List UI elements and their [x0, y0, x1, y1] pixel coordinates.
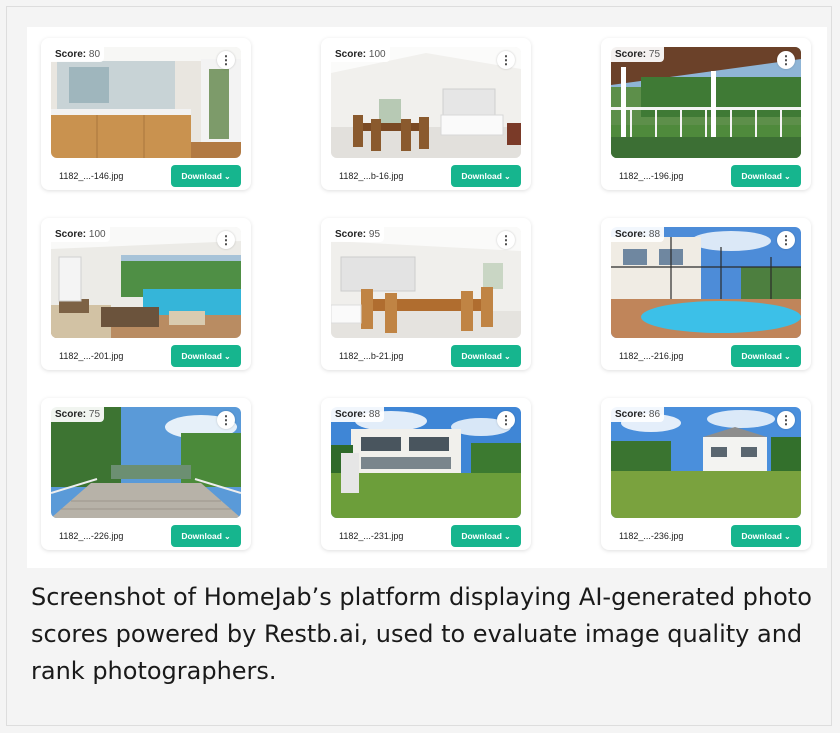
photo-card: Score: 95 ⋮ 1182_...b-21.jpg Download ⌄ [321, 218, 531, 370]
file-name: 1182_...-146.jpg [59, 171, 124, 181]
download-label: Download [741, 531, 782, 541]
score-badge: Score: 75 [611, 47, 665, 62]
score-value: 100 [88, 229, 106, 240]
score-label: Score: [55, 49, 87, 60]
score-value: 100 [368, 49, 386, 60]
score-badge: Score: 100 [331, 47, 390, 62]
photo-card: Score: 75 ⋮ 1182_...-196.jpg Download ⌄ [601, 38, 811, 190]
file-name: 1182_...-201.jpg [59, 351, 124, 361]
photo-thumbnail[interactable] [51, 47, 241, 158]
download-button[interactable]: Download ⌄ [451, 345, 521, 367]
more-options-icon[interactable]: ⋮ [777, 51, 795, 69]
download-button[interactable]: Download ⌄ [171, 165, 241, 187]
download-button[interactable]: Download ⌄ [171, 345, 241, 367]
score-value: 75 [88, 409, 101, 420]
score-badge: Score: 86 [611, 407, 665, 422]
score-badge: Score: 80 [51, 47, 105, 62]
score-badge: Score: 88 [331, 407, 385, 422]
score-label: Score: [335, 229, 367, 240]
chevron-down-icon: ⌄ [223, 172, 231, 181]
download-label: Download [461, 171, 502, 181]
score-value: 80 [88, 49, 101, 60]
more-options-icon[interactable]: ⋮ [777, 411, 795, 429]
more-options-icon[interactable]: ⋮ [497, 51, 515, 69]
photo-card: Score: 86 ⋮ 1182_...-236.jpg Download ⌄ [601, 398, 811, 550]
photo-card: Score: 88 ⋮ 1182_...-216.jpg Download ⌄ [601, 218, 811, 370]
more-options-icon[interactable]: ⋮ [217, 231, 235, 249]
score-badge: Score: 100 [51, 227, 110, 242]
photo-card: Score: 75 ⋮ 1182_...-226.jpg Download ⌄ [41, 398, 251, 550]
file-name: 1182_...-231.jpg [339, 531, 404, 541]
score-value: 88 [368, 409, 381, 420]
figure-frame: Score: 80 ⋮ 1182_...-146.jpg Download⌄ [6, 6, 832, 726]
more-options-icon[interactable]: ⋮ [777, 231, 795, 249]
chevron-down-icon: ⌄ [503, 352, 511, 361]
photo-thumbnail[interactable] [331, 47, 521, 158]
download-label: Download [181, 171, 222, 181]
chevron-down-icon: ⌄ [783, 352, 791, 361]
chevron-down-icon: ⌄ [223, 532, 231, 541]
photo-grid: Score: 80 ⋮ 1182_...-146.jpg Download⌄ [27, 27, 827, 568]
score-label: Score: [335, 409, 367, 420]
more-options-icon[interactable]: ⋮ [217, 411, 235, 429]
file-name: 1182_...-216.jpg [619, 351, 684, 361]
photo-card: Score: 100 ⋮ 1182_...-201.jpg Download ⌄ [41, 218, 251, 370]
photo-thumbnail[interactable] [611, 227, 801, 338]
download-label: Download [741, 171, 782, 181]
file-name: 1182_...-226.jpg [59, 531, 124, 541]
chevron-down-icon: ⌄ [503, 172, 511, 181]
download-label: Download [181, 531, 222, 541]
file-name: 1182_...-196.jpg [619, 171, 684, 181]
download-button[interactable]: Download ⌄ [171, 525, 241, 547]
score-badge: Score: 95 [331, 227, 385, 242]
download-label: Download [461, 351, 502, 361]
download-button[interactable]: Download ⌄ [451, 525, 521, 547]
photo-thumbnail[interactable] [611, 407, 801, 518]
file-name: 1182_...-236.jpg [619, 531, 684, 541]
score-value: 75 [648, 49, 661, 60]
download-button[interactable]: Download ⌄ [731, 525, 801, 547]
file-name: 1182_...b-21.jpg [339, 351, 404, 361]
photo-card: Score: 80 ⋮ 1182_...-146.jpg Download ⌄ [41, 38, 251, 190]
photo-thumbnail[interactable] [331, 407, 521, 518]
score-badge: Score: 75 [51, 407, 105, 422]
photo-thumbnail[interactable] [51, 227, 241, 338]
score-label: Score: [615, 49, 647, 60]
download-button[interactable]: Download ⌄ [451, 165, 521, 187]
score-label: Score: [615, 409, 647, 420]
score-label: Score: [335, 49, 367, 60]
download-label: Download [461, 531, 502, 541]
chevron-down-icon: ⌄ [783, 532, 791, 541]
photo-thumbnail[interactable] [331, 227, 521, 338]
download-button[interactable]: Download ⌄ [731, 345, 801, 367]
figure-caption: Screenshot of HomeJab’s platform display… [31, 583, 812, 685]
photo-card: Score: 100 ⋮ 1182_...b-16.jpg Download ⌄ [321, 38, 531, 190]
download-label: Download [741, 351, 782, 361]
file-name: 1182_...b-16.jpg [339, 171, 404, 181]
score-badge: Score: 88 [611, 227, 665, 242]
chevron-down-icon: ⌄ [503, 532, 511, 541]
photo-card: Score: 88 ⋮ 1182_...-231.jpg Download ⌄ [321, 398, 531, 550]
photo-thumbnail[interactable] [611, 47, 801, 158]
score-value: 86 [648, 409, 661, 420]
chevron-down-icon: ⌄ [223, 352, 231, 361]
score-label: Score: [55, 409, 87, 420]
score-value: 88 [648, 229, 661, 240]
more-options-icon[interactable]: ⋮ [497, 411, 515, 429]
photo-thumbnail[interactable] [51, 407, 241, 518]
download-button[interactable]: Download ⌄ [731, 165, 801, 187]
more-options-icon[interactable]: ⋮ [497, 231, 515, 249]
chevron-down-icon: ⌄ [783, 172, 791, 181]
score-label: Score: [615, 229, 647, 240]
score-value: 95 [368, 229, 381, 240]
score-label: Score: [55, 229, 87, 240]
download-label: Download [181, 351, 222, 361]
more-options-icon[interactable]: ⋮ [217, 51, 235, 69]
